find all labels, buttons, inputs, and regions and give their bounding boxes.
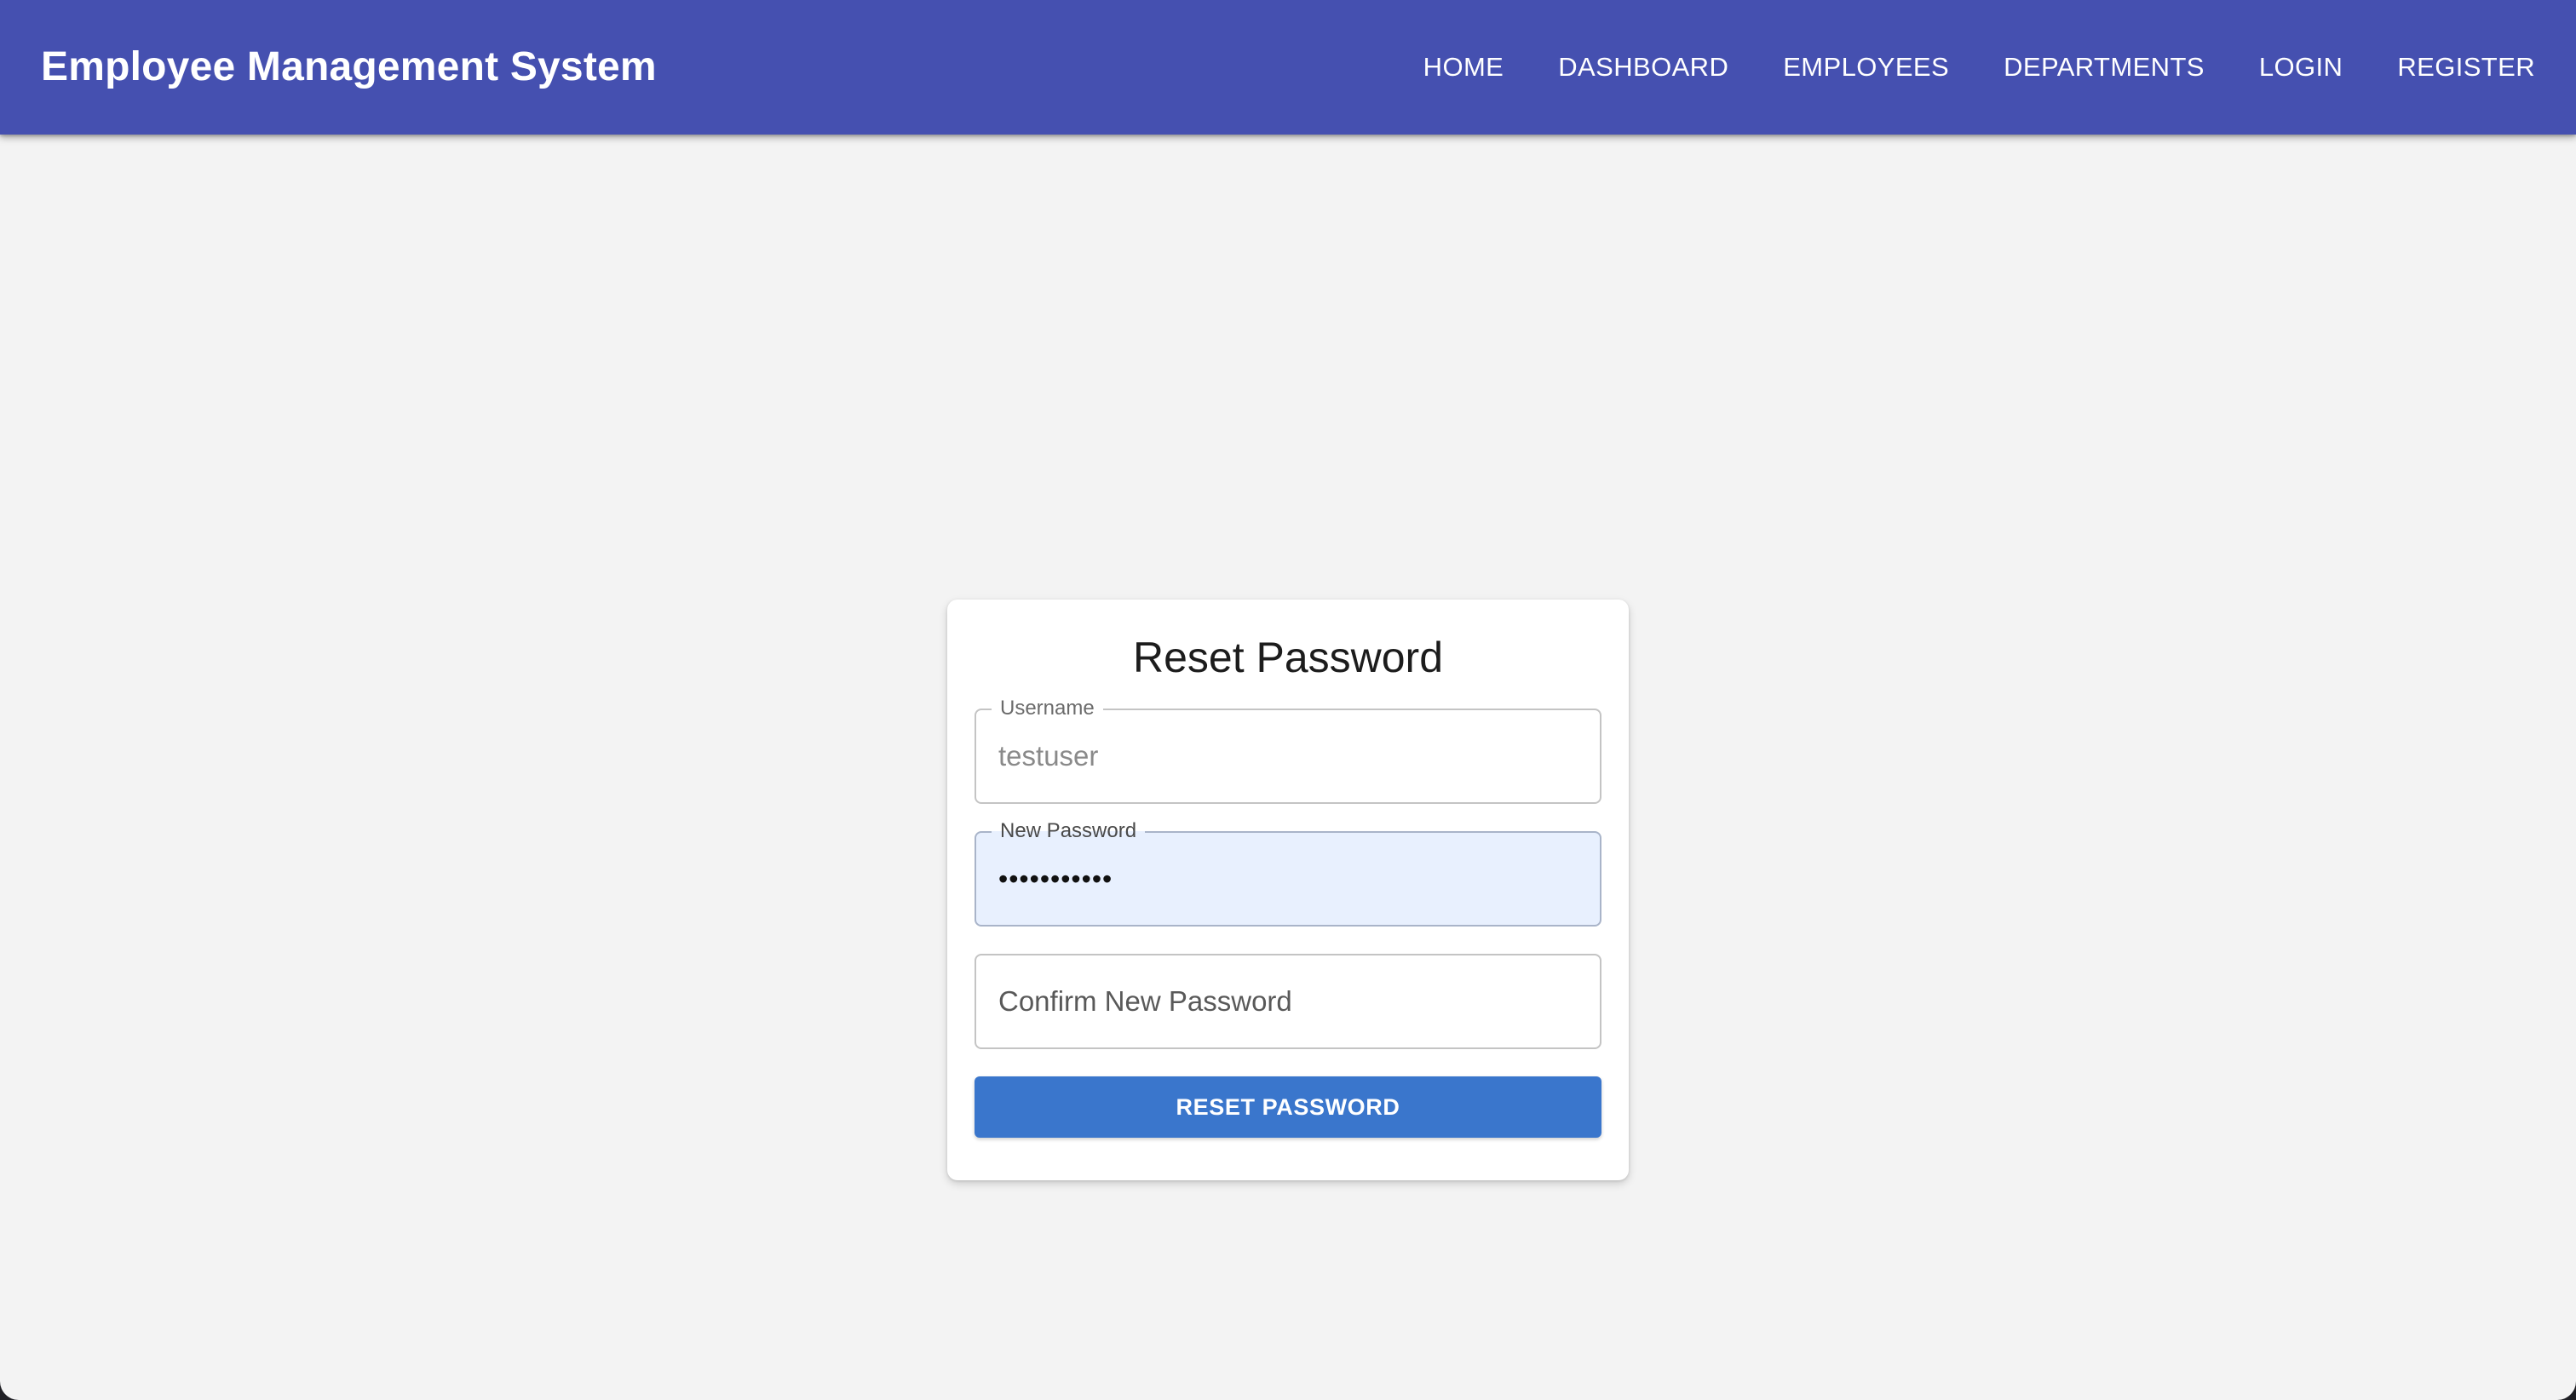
username-field[interactable]: Username testuser xyxy=(975,696,1601,804)
reset-password-card: Reset Password Username testuser New Pas… xyxy=(947,600,1629,1180)
browser-viewport: Employee Management System HOME DASHBOAR… xyxy=(0,0,2576,1400)
nav-departments-link[interactable]: DEPARTMENTS xyxy=(1976,0,2232,135)
app-bar: Employee Management System HOME DASHBOAR… xyxy=(0,0,2576,135)
nav-employees-link[interactable]: EMPLOYEES xyxy=(1756,0,1976,135)
card-title: Reset Password xyxy=(1132,634,1444,681)
confirm-password-placeholder[interactable]: Confirm New Password xyxy=(998,955,1292,1047)
nav-dashboard-link[interactable]: DASHBOARD xyxy=(1531,0,1756,135)
nav-home-link[interactable]: HOME xyxy=(1396,0,1532,135)
nav-login-link[interactable]: LOGIN xyxy=(2232,0,2370,135)
confirm-password-field[interactable]: Confirm New Password xyxy=(975,954,1601,1049)
app-title[interactable]: Employee Management System xyxy=(41,0,657,135)
username-value[interactable]: testuser xyxy=(998,710,1098,802)
new-password-field[interactable]: New Password ••••••••••• xyxy=(975,818,1601,927)
reset-password-button[interactable]: RESET PASSWORD xyxy=(975,1076,1601,1138)
top-nav: HOME DASHBOARD EMPLOYEES DEPARTMENTS LOG… xyxy=(1396,0,2535,135)
new-password-value[interactable]: ••••••••••• xyxy=(998,833,1113,925)
nav-register-link[interactable]: REGISTER xyxy=(2370,0,2535,135)
